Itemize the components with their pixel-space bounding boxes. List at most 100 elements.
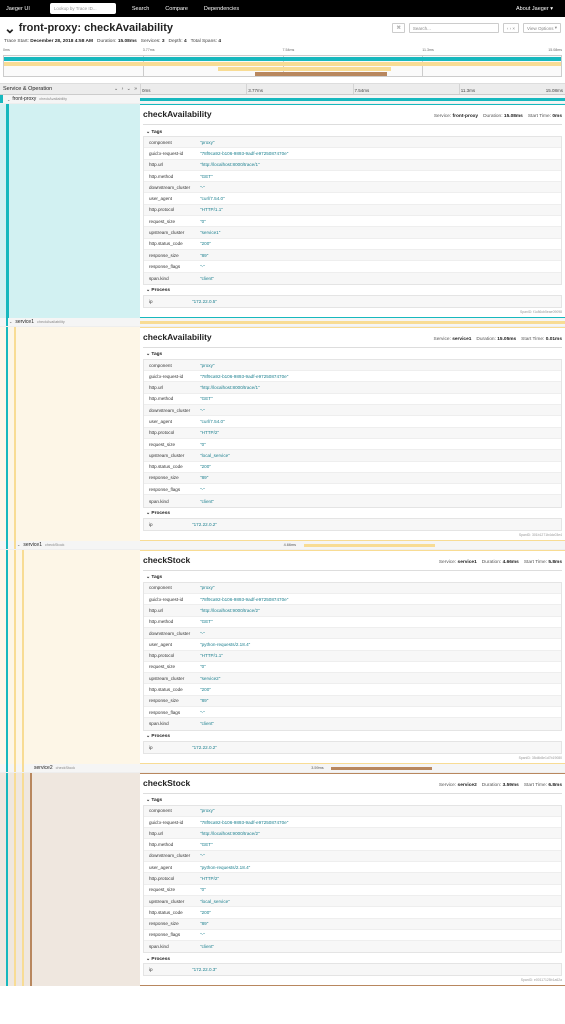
- tag-key: request_size: [149, 664, 176, 670]
- detail-operation-name: checkStock: [143, 777, 191, 788]
- brand-logo[interactable]: Jaeger UI: [6, 6, 30, 12]
- span-id: SpanID: 301b1271b4dc03e4: [518, 532, 562, 537]
- detail-start-value: 0ms: [552, 114, 562, 119]
- span-bar[interactable]: [303, 543, 435, 547]
- span-toggle-icon[interactable]: ⌄: [17, 542, 20, 547]
- tag-value: "78f9ca92-b106-9893-9adf-e9725087470e": [200, 373, 289, 379]
- span-toggle-icon[interactable]: ⌄: [9, 319, 12, 324]
- keyboard-icon: ⌘: [396, 25, 401, 30]
- tags-section-toggle[interactable]: ⌄ Tags: [143, 351, 562, 359]
- process-table: ip "172.22.0.2": [143, 517, 562, 531]
- tags-section-toggle[interactable]: ⌄ Tags: [143, 128, 562, 136]
- tag-value: "89": [200, 252, 209, 258]
- span-detail-row: checkStock Service: service2 Duration: 3…: [0, 772, 565, 987]
- view-options-button[interactable]: View Options ▾: [523, 23, 561, 33]
- detail-start-value: 0.01ms: [545, 336, 562, 342]
- detail-duration-value: 4.66ms: [502, 559, 519, 565]
- tag-row: http.method "GET": [144, 171, 561, 183]
- tag-key: span.kind: [149, 498, 169, 504]
- tag-row: user_agent "python-requests/2.18.4": [144, 639, 561, 651]
- span-toggle-icon[interactable]: ⌄: [7, 97, 10, 102]
- tag-value: "http://localhost:9000/trace/2": [200, 830, 260, 836]
- tag-row: downstream_cluster "-": [144, 627, 561, 640]
- tag-value: "client": [200, 275, 214, 281]
- trace-search-input[interactable]: Search...: [408, 23, 499, 33]
- tag-row: request_size "0": [144, 439, 561, 451]
- tag-row: http.status_code "200": [144, 684, 561, 696]
- process-section-toggle[interactable]: ⌄ Process: [143, 733, 562, 741]
- minimap-tick: 0ms: [3, 48, 10, 52]
- tag-value: "local_service": [200, 452, 230, 458]
- tag-value: "python-requests/2.18.4": [200, 864, 251, 870]
- span-row[interactable]: service2 checkStock 3.59ms: [0, 763, 565, 773]
- tag-row: http.url "http://localhost:8000/trace/1": [144, 382, 561, 394]
- tags-table: component "proxy" guid:x-request-id "78f9ca…: [143, 358, 562, 508]
- chevron-down-icon: ⌄: [146, 575, 151, 581]
- tag-value: "89": [200, 921, 209, 927]
- tags-section-toggle[interactable]: ⌄ Tags: [143, 797, 562, 805]
- trace-start-label: Trace Start:: [4, 39, 29, 44]
- tag-row: http.status_code "200": [144, 239, 561, 250]
- span-detail-panel: checkStock Service: service2 Duration: 3…: [140, 772, 565, 987]
- search-nav-buttons[interactable]: ‹ › ×: [502, 23, 520, 33]
- tag-key: guid:x-request-id: [149, 596, 184, 602]
- minimap-canvas[interactable]: [3, 55, 562, 77]
- process-section-toggle[interactable]: ⌄ Process: [143, 287, 562, 295]
- trace-lookup-input[interactable]: Lookup by Trace ID...: [49, 3, 116, 14]
- process-key: ip: [149, 967, 153, 973]
- span-operation-name: checkAvailability: [39, 97, 68, 101]
- tags-title: Tags: [151, 352, 163, 358]
- process-table: ip "172.22.0.3": [143, 963, 562, 977]
- process-section-toggle[interactable]: ⌄ Process: [143, 955, 562, 963]
- tag-value: "GET": [200, 619, 213, 625]
- tag-key: http.status_code: [149, 909, 183, 915]
- tag-row: http.protocol "HTTP/2": [144, 873, 561, 885]
- keyboard-shortcuts-button[interactable]: ⌘: [392, 23, 405, 33]
- nav-dependencies-link[interactable]: Dependencies: [204, 6, 239, 12]
- tag-key: downstream_cluster: [149, 630, 191, 636]
- process-title: Process: [151, 511, 171, 517]
- nav-compare-link[interactable]: Compare: [165, 6, 188, 12]
- trace-start-value: December 28, 2018 4:58 AM: [30, 39, 93, 44]
- tag-row: http.protocol "HTTP/1.1": [144, 204, 561, 217]
- detail-start-label: Start Time:: [521, 336, 545, 342]
- tag-key: http.url: [149, 162, 164, 168]
- detail-start-value: 5.8ms: [548, 559, 562, 565]
- tag-key: response_flags: [149, 932, 181, 938]
- timeline-tick: 7.54ms: [354, 88, 370, 93]
- expand-collapse-icons[interactable]: ⌄ › ⌄ »: [114, 86, 138, 92]
- timeline-tick: 15.08ms: [545, 88, 563, 93]
- tag-value: "0": [200, 664, 206, 670]
- tag-value: "HTTP/2": [200, 430, 220, 436]
- span-row[interactable]: ⌄ service1 checkAvailability: [0, 317, 565, 327]
- process-section-toggle[interactable]: ⌄ Process: [143, 510, 562, 518]
- tag-row: downstream_cluster "-": [144, 405, 561, 417]
- nav-search-link[interactable]: Search: [132, 6, 149, 12]
- detail-operation-name: checkAvailability: [143, 109, 212, 119]
- tag-row: http.status_code "200": [144, 462, 561, 473]
- tag-row: http.url "http://localhost:9000/trace/2": [144, 605, 561, 617]
- detail-operation-name: checkStock: [143, 554, 191, 565]
- tag-key: http.url: [149, 607, 164, 613]
- tag-row: component "proxy": [144, 582, 561, 595]
- trace-minimap[interactable]: 0ms 3.77ms 7.54ms 11.3ms 15.08ms: [3, 48, 562, 78]
- span-row[interactable]: ⌄ service1 checkStock 4.66ms: [0, 540, 565, 550]
- process-title: Process: [151, 288, 171, 294]
- span-bar[interactable]: [140, 98, 565, 101]
- duration-label: Duration:: [97, 39, 117, 44]
- tags-table: component "proxy" guid:x-request-id "78f9ca…: [143, 581, 562, 731]
- span-bar[interactable]: [331, 766, 433, 770]
- tag-value: "GET": [200, 842, 213, 848]
- collapse-chevron-icon[interactable]: ⌄: [4, 21, 16, 35]
- tag-row: user_agent "curl/7.54.0": [144, 193, 561, 205]
- tags-section-toggle[interactable]: ⌄ Tags: [143, 574, 562, 582]
- about-menu[interactable]: About Jaeger ▾: [516, 6, 553, 12]
- span-bar[interactable]: [140, 320, 565, 324]
- tag-value: "proxy": [200, 585, 215, 591]
- tag-value: "service1": [200, 230, 221, 236]
- tag-row: span.kind "client": [144, 495, 561, 507]
- tag-value: "-": [200, 630, 205, 636]
- tag-key: request_size: [149, 441, 176, 447]
- span-row[interactable]: ⌄ front-proxy checkAvailability: [0, 95, 565, 104]
- depth-label: Depth:: [168, 39, 183, 44]
